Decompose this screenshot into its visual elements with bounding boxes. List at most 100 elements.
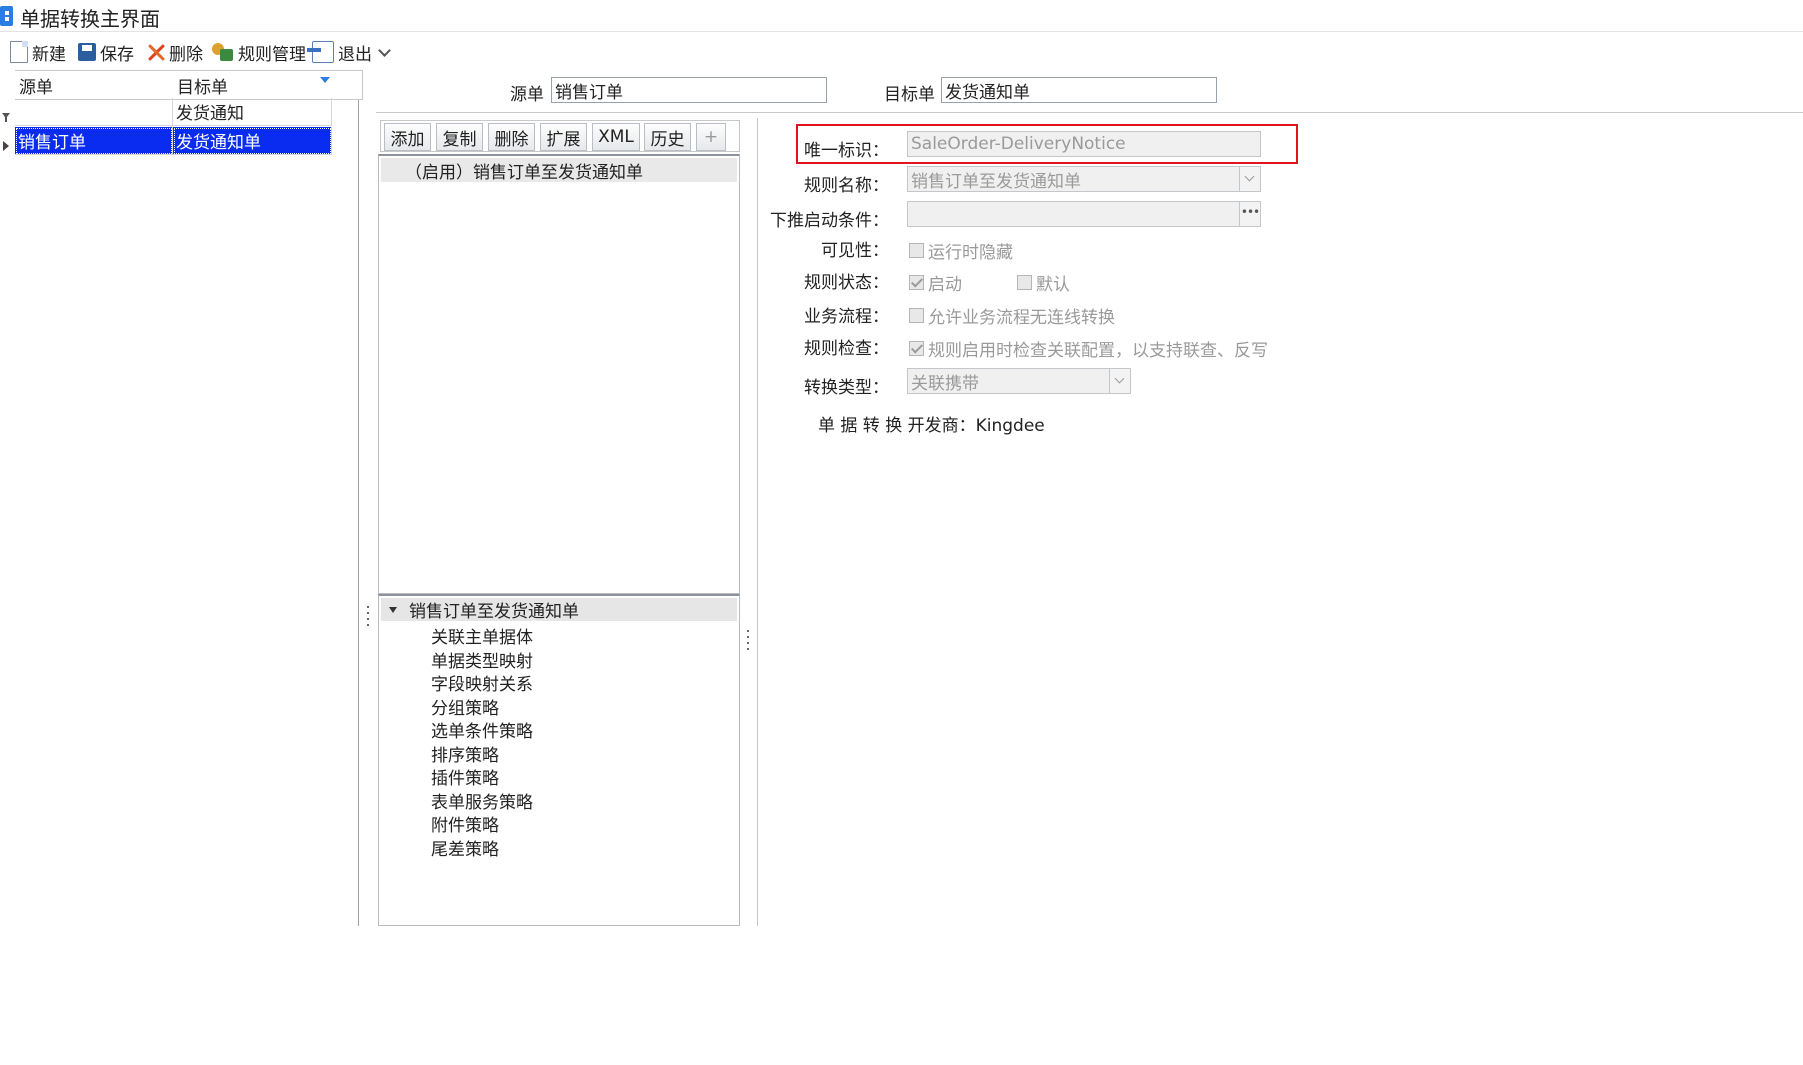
rule-status-label: 规则状态： — [804, 273, 889, 293]
tree-node-9[interactable]: 附件策略 — [431, 811, 499, 836]
convert-type-value: 关联携带 — [911, 373, 979, 394]
exit-button[interactable]: 退出 — [307, 38, 372, 66]
chevron-down-icon — [378, 46, 390, 58]
tree-node-2[interactable]: 单据类型映射 — [431, 647, 533, 672]
tree-node-7[interactable]: 插件策略 — [431, 764, 499, 789]
column-header-target[interactable]: 目标单 — [173, 70, 337, 100]
highlight-box — [796, 124, 1298, 164]
source-bill-field[interactable]: 销售订单 — [551, 77, 827, 103]
xml-button[interactable]: XML — [592, 123, 640, 151]
column-header-source[interactable]: 源单 — [15, 70, 178, 100]
exit-button-label: 退出 — [338, 44, 372, 65]
status-enabled-checkbox[interactable]: 启动 — [909, 270, 962, 295]
status-default-checkbox[interactable]: 默认 — [1017, 270, 1070, 295]
tree-node-1[interactable]: 关联主单据体 — [431, 623, 533, 648]
target-bill-field[interactable]: 发货通知单 — [941, 77, 1217, 103]
app-icon — [0, 6, 13, 26]
developer-value: Kingdee — [975, 416, 1045, 436]
delete-button[interactable]: 删除 — [147, 38, 203, 66]
save-button[interactable]: 保存 — [78, 38, 134, 66]
new-button[interactable]: 新建 — [10, 38, 66, 66]
strategy-tree: 销售订单至发货通知单 关联主单据体 单据类型映射 字段映射关系 分组策略 选单条… — [378, 594, 740, 926]
hide-at-runtime-checkbox[interactable]: 运行时隐藏 — [909, 238, 1013, 263]
new-document-icon — [10, 41, 28, 63]
list-item[interactable]: （启用）销售订单至发货通知单 — [381, 158, 737, 183]
extend-rule-button[interactable]: 扩展 — [540, 123, 587, 151]
rule-check-option-label: 规则启用时检查关联配置，以支持联查、反写 — [928, 341, 1268, 361]
tree-node-6[interactable]: 排序策略 — [431, 741, 499, 766]
checkbox-icon — [909, 308, 924, 323]
column-header-source-label: 源单 — [19, 77, 53, 98]
checkbox-icon — [909, 243, 924, 258]
business-flow-label: 业务流程： — [804, 307, 889, 327]
tree-node-4[interactable]: 分组策略 — [431, 694, 499, 719]
rule-name-value: 销售订单至发货通知单 — [911, 171, 1081, 192]
header-divider — [376, 112, 1803, 113]
column-header-target-label: 目标单 — [177, 77, 228, 98]
tree-node-5[interactable]: 选单条件策略 — [431, 717, 533, 742]
left-splitter-handle[interactable] — [366, 606, 370, 624]
rule-check-checkbox[interactable]: 规则启用时检查关联配置，以支持联查、反写 — [909, 336, 1268, 361]
rule-management-icon — [212, 43, 234, 61]
chevron-down-icon[interactable] — [1109, 369, 1130, 393]
exit-icon — [307, 41, 334, 63]
push-condition-field[interactable]: ••• — [907, 201, 1261, 227]
delete-icon — [147, 43, 165, 61]
target-bill-value: 发货通知单 — [945, 82, 1030, 103]
toolbar: 新建 保存 删除 规则管理 退出 — [0, 34, 1803, 70]
filter-row-icon — [2, 108, 10, 122]
rule-list: （启用）销售订单至发货通知单 — [378, 154, 740, 594]
table-row-source[interactable]: 销售订单 — [15, 127, 173, 155]
rule-check-label: 规则检查： — [804, 339, 889, 359]
tree-root-label: 销售订单至发货通知单 — [409, 602, 579, 622]
tree-root[interactable]: 销售订单至发货通知单 — [381, 598, 737, 622]
convert-type-select[interactable]: 关联携带 — [907, 368, 1131, 394]
status-enabled-label: 启动 — [928, 275, 962, 295]
toolbar-more-button[interactable] — [378, 38, 390, 66]
target-bill-label: 目标单 — [884, 85, 935, 105]
save-button-label: 保存 — [100, 44, 134, 65]
table-cell-source: 销售订单 — [18, 133, 86, 153]
copy-rule-button[interactable]: 复制 — [436, 123, 483, 151]
developer-info: 单 据 转 换 开发商：Kingdee — [818, 411, 1045, 436]
new-button-label: 新建 — [32, 44, 66, 65]
delete-button-label: 删除 — [169, 44, 203, 65]
window-title: 单据转换主界面 — [20, 7, 160, 31]
table-row-target[interactable]: 发货通知单 — [173, 127, 332, 155]
push-condition-label: 下推启动条件： — [770, 211, 889, 231]
filter-icon[interactable] — [320, 77, 330, 83]
tree-node-8[interactable]: 表单服务策略 — [431, 788, 533, 813]
table-cell-target: 发货通知单 — [176, 133, 261, 153]
filter-cell-source[interactable] — [15, 98, 173, 126]
rule-actions-bar: 添加 复制 删除 扩展 XML 历史 + — [380, 120, 740, 152]
history-button[interactable]: 历史 — [644, 123, 691, 151]
tree-node-10[interactable]: 尾差策略 — [431, 835, 499, 860]
checkbox-icon — [909, 341, 924, 356]
status-default-label: 默认 — [1036, 275, 1070, 295]
source-bill-label: 源单 — [510, 85, 544, 105]
tree-expand-icon[interactable] — [389, 606, 397, 613]
ellipsis-icon[interactable]: ••• — [1239, 202, 1260, 226]
rule-name-label: 规则名称： — [804, 176, 889, 196]
visibility-label: 可见性： — [821, 241, 889, 261]
middle-splitter-handle[interactable] — [746, 630, 750, 648]
hide-at-runtime-label: 运行时隐藏 — [928, 243, 1013, 263]
bill-pair-grid: 源单 目标单 发货通知 销售订单 发货通知单 — [0, 70, 363, 926]
business-flow-option-label: 允许业务流程无连线转换 — [928, 308, 1115, 328]
rule-management-label: 规则管理 — [238, 44, 306, 65]
developer-label: 单 据 转 换 开发商： — [818, 416, 976, 436]
rule-management-button[interactable]: 规则管理 — [212, 38, 306, 66]
rule-name-select[interactable]: 销售订单至发货通知单 — [907, 166, 1261, 192]
filter-cell-target-value: 发货通知 — [176, 104, 244, 124]
column-header-spacer — [332, 70, 363, 100]
tree-node-3[interactable]: 字段映射关系 — [431, 670, 533, 695]
add-rule-button[interactable]: 添加 — [384, 123, 431, 151]
delete-rule-button[interactable]: 删除 — [488, 123, 535, 151]
checkbox-icon — [909, 275, 924, 290]
save-icon — [78, 43, 96, 61]
filter-cell-target[interactable]: 发货通知 — [173, 98, 332, 126]
plus-icon[interactable]: + — [696, 123, 726, 151]
chevron-down-icon[interactable] — [1239, 167, 1260, 191]
business-flow-checkbox[interactable]: 允许业务流程无连线转换 — [909, 303, 1115, 328]
checkbox-icon — [1017, 275, 1032, 290]
